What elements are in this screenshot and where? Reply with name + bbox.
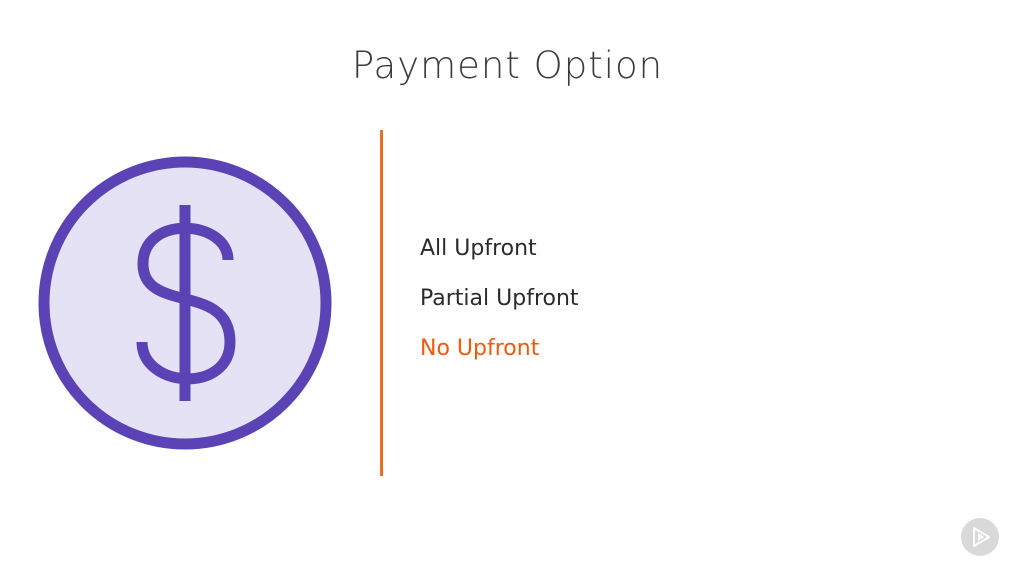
slide: Payment Option All Upfront Partial Upfro… xyxy=(0,0,1015,562)
vertical-divider xyxy=(380,130,383,476)
play-logo-icon xyxy=(961,518,999,556)
dollar-coin-icon xyxy=(38,156,332,450)
option-all-upfront: All Upfront xyxy=(420,236,537,261)
option-partial-upfront: Partial Upfront xyxy=(420,286,579,311)
page-title: Payment Option xyxy=(351,44,664,87)
payment-options-list: All Upfront Partial Upfront No Upfront xyxy=(420,236,579,386)
option-no-upfront: No Upfront xyxy=(420,336,540,361)
